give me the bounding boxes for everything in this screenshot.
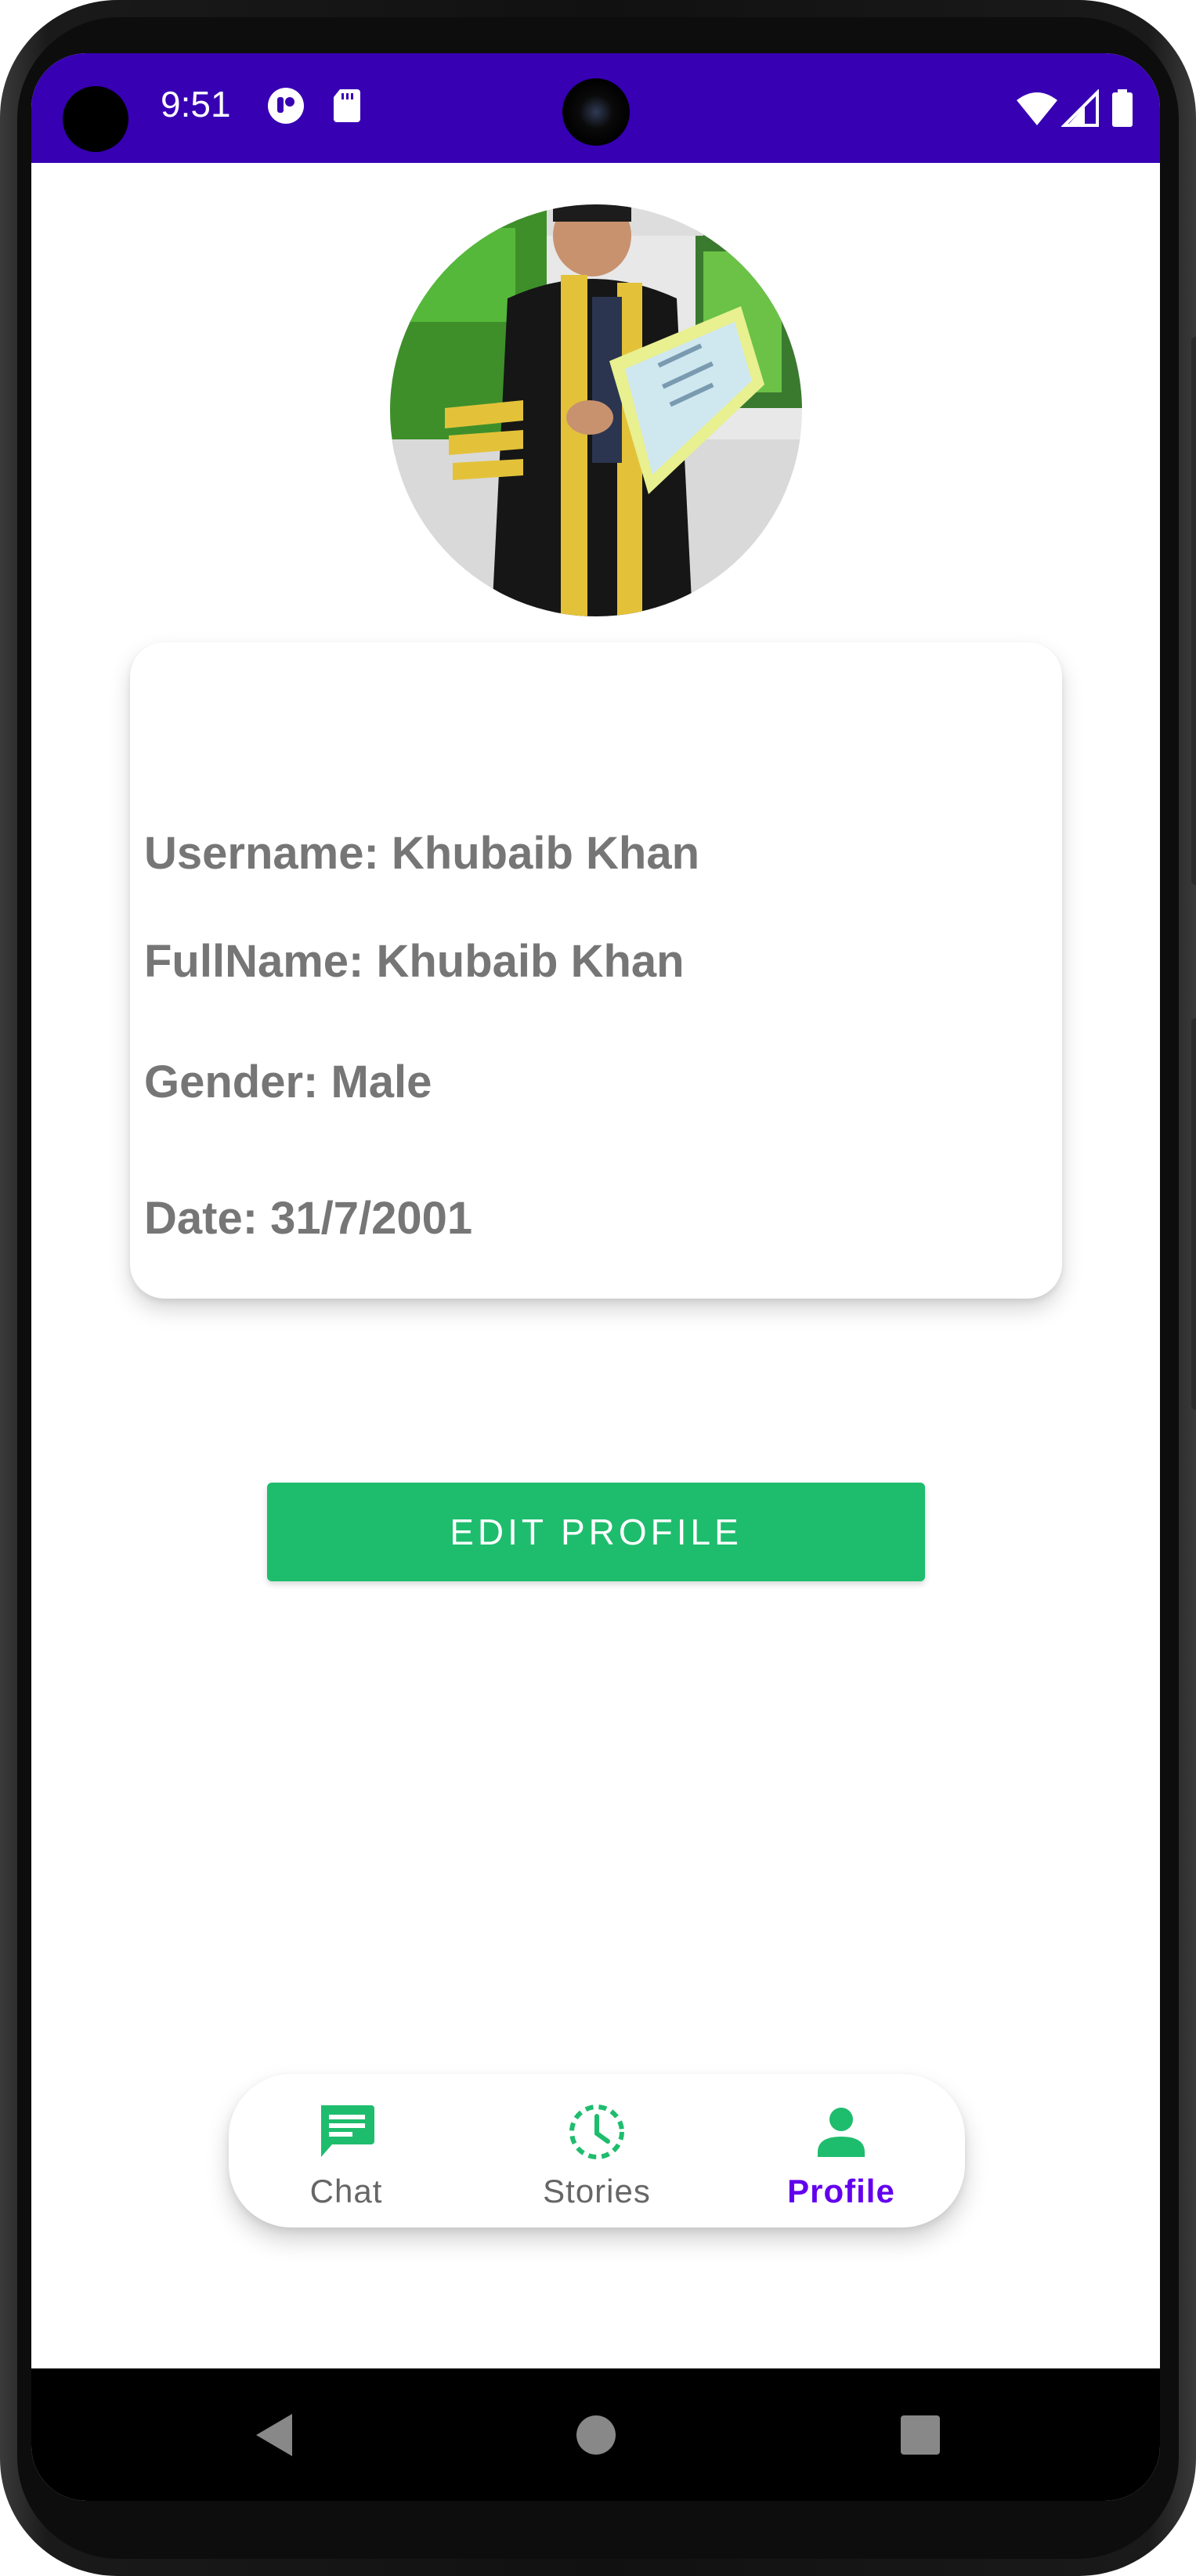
back-icon[interactable] — [239, 2400, 309, 2470]
front-camera — [562, 78, 630, 146]
nav-item-chat[interactable]: Chat — [229, 2074, 464, 2227]
profile-info-card: Username: Khubaib Khan FullName: Khubaib… — [130, 642, 1062, 1299]
nav-item-stories[interactable]: Stories — [479, 2074, 714, 2227]
camera-cutout — [63, 86, 128, 152]
fullname-text: FullName: Khubaib Khan — [144, 936, 685, 987]
edit-profile-button[interactable]: EDIT PROFILE — [267, 1483, 925, 1581]
gender-text: Gender: Male — [144, 1057, 432, 1107]
nav-item-profile[interactable]: Profile — [724, 2074, 959, 2227]
stories-icon — [569, 2105, 624, 2159]
person-icon — [818, 2108, 865, 2157]
chat-icon — [321, 2105, 374, 2157]
nav-label-profile: Profile — [787, 2173, 895, 2209]
profile-avatar[interactable] — [390, 204, 802, 616]
device: 9:51 Username: Khubaib Khan FullName: Kh… — [0, 0, 1196, 2576]
home-icon[interactable] — [561, 2400, 631, 2470]
power-button — [1191, 337, 1196, 885]
avatar-photo — [390, 204, 802, 616]
screen: 9:51 Username: Khubaib Khan FullName: Kh… — [31, 53, 1160, 2501]
status-time: 9:51 — [161, 84, 231, 125]
recents-icon[interactable] — [885, 2400, 956, 2470]
username-text: Username: Khubaib Khan — [144, 828, 699, 879]
app-notification-icon — [268, 88, 304, 124]
nav-label-stories: Stories — [543, 2173, 651, 2209]
bottom-navigation: Chat Stories Profile — [229, 2074, 965, 2227]
volume-button — [1191, 1018, 1196, 1410]
status-bar: 9:51 — [31, 53, 1160, 163]
sd-card-icon — [334, 89, 360, 122]
nav-label-chat: Chat — [309, 2173, 383, 2209]
system-navigation-bar — [31, 2368, 1160, 2501]
date-text: Date: 31/7/2001 — [144, 1193, 473, 1244]
cell-signal-icon — [1061, 89, 1099, 127]
battery-icon — [1112, 89, 1133, 127]
wifi-icon — [1017, 92, 1057, 125]
